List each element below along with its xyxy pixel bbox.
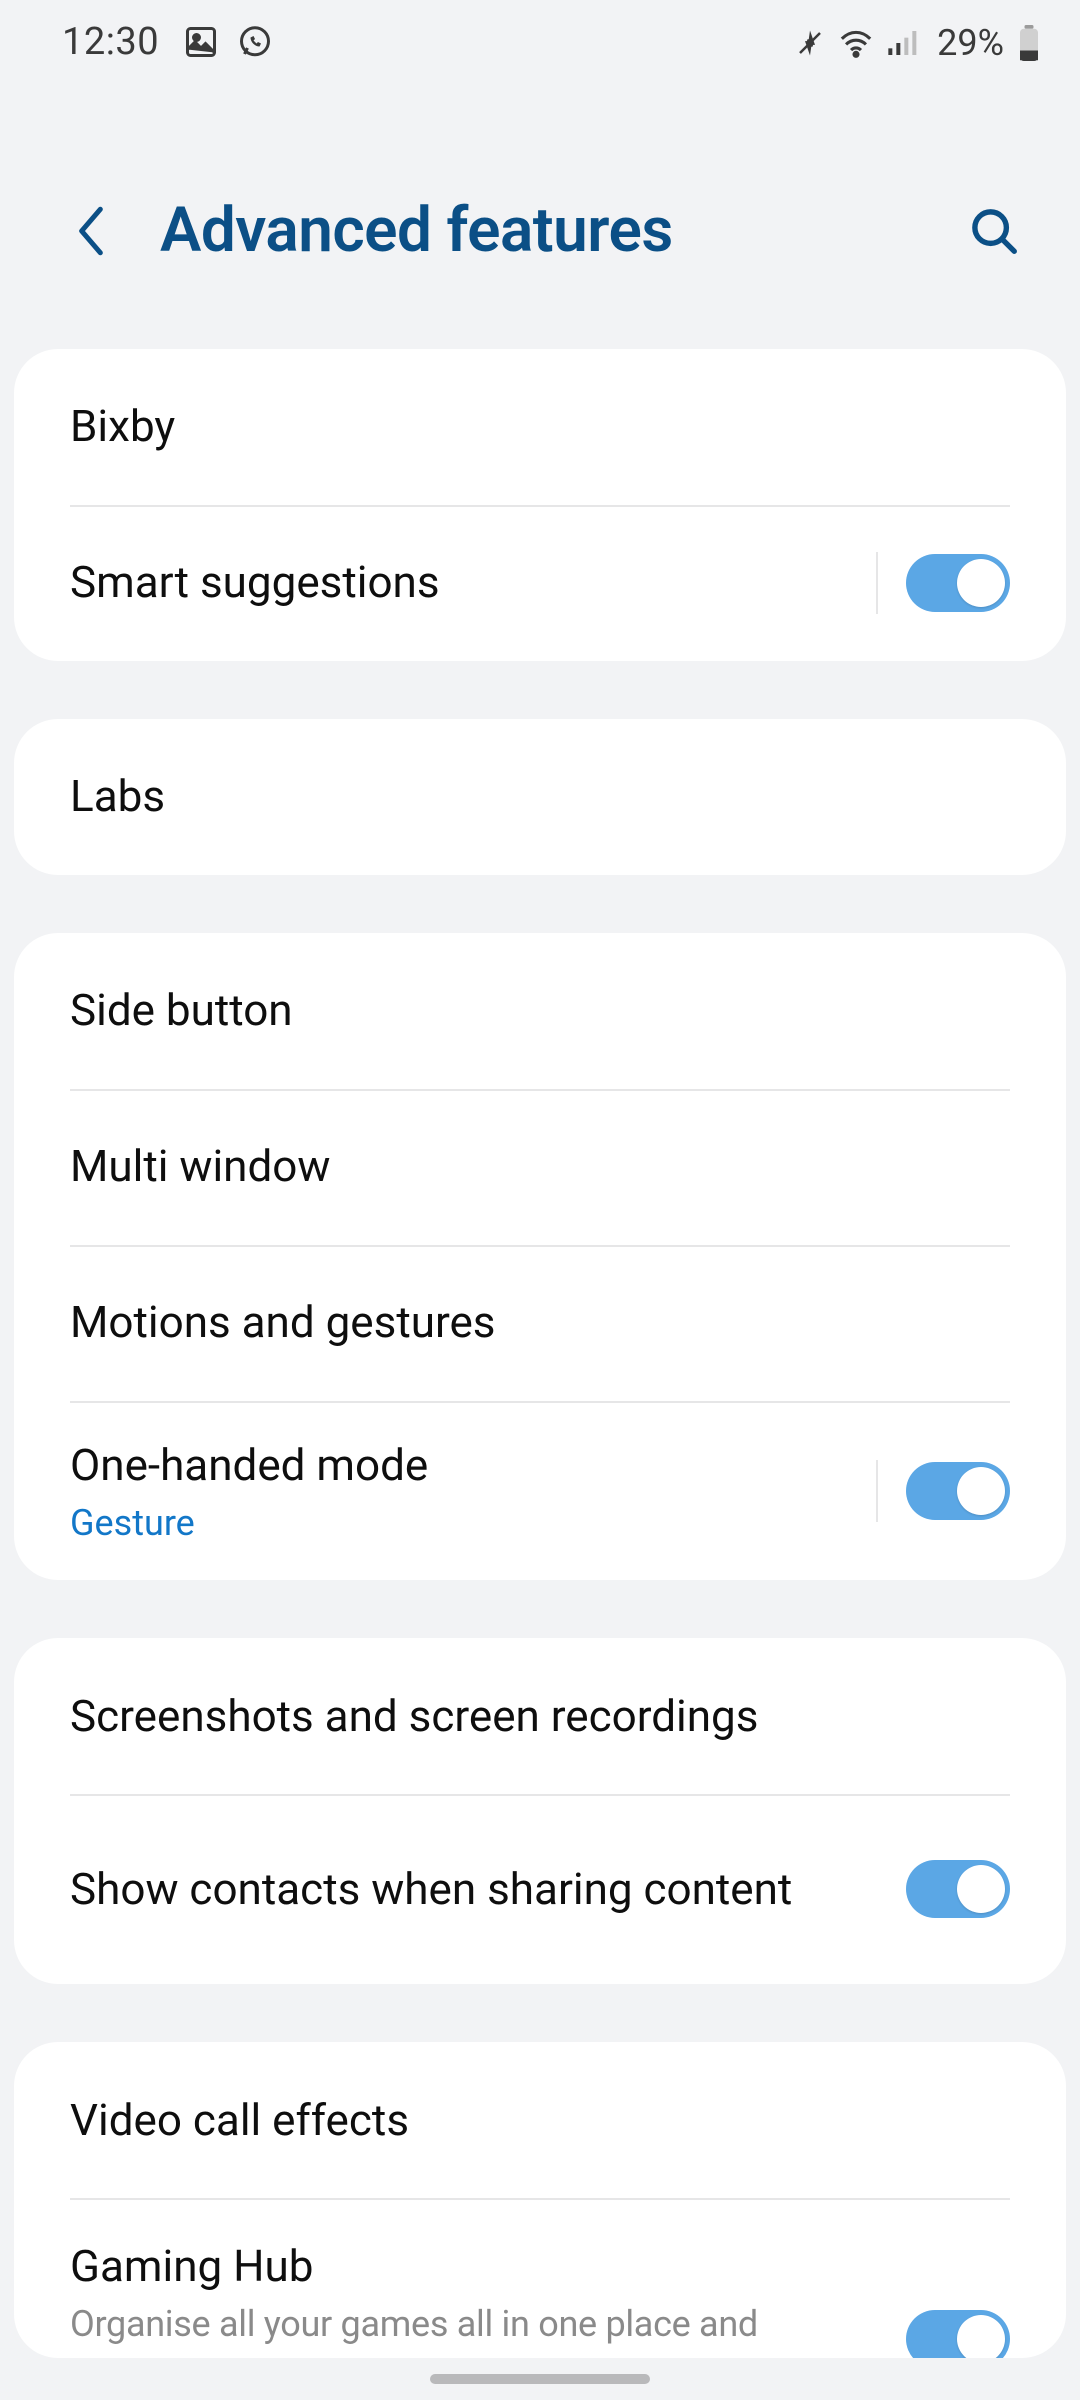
row-sublabel: Organise all your games all in one place… — [70, 2303, 886, 2345]
page-header: Advanced features — [0, 68, 1080, 349]
row-smart-suggestions[interactable]: Smart suggestions — [14, 505, 1066, 661]
row-motions-gestures[interactable]: Motions and gestures — [14, 1245, 1066, 1401]
settings-group: Labs — [14, 719, 1066, 875]
row-label: Show contacts when sharing content — [70, 1861, 886, 1918]
settings-group: Bixby Smart suggestions — [14, 349, 1066, 661]
wifi-icon — [839, 28, 873, 58]
row-screenshots[interactable]: Screenshots and screen recordings — [14, 1638, 1066, 1794]
row-label: Bixby — [70, 398, 990, 455]
battery-percentage: 29% — [937, 22, 1004, 64]
row-label: Screenshots and screen recordings — [70, 1688, 990, 1745]
nav-handle[interactable] — [430, 2374, 650, 2384]
row-labs[interactable]: Labs — [14, 719, 1066, 875]
row-label: Side button — [70, 982, 990, 1039]
toggle-smart-suggestions[interactable] — [906, 554, 1010, 612]
battery-icon — [1018, 25, 1040, 61]
row-label: One-handed mode — [70, 1437, 856, 1494]
row-multi-window[interactable]: Multi window — [14, 1089, 1066, 1245]
page-title: Advanced features — [160, 194, 962, 267]
status-time: 12:30 — [62, 20, 159, 64]
settings-group: Side button Multi window Motions and ges… — [14, 933, 1066, 1580]
row-label: Gaming Hub — [70, 2238, 886, 2295]
settings-list: Bixby Smart suggestions Labs Side button… — [0, 349, 1080, 2358]
signal-icon — [887, 28, 919, 58]
back-button[interactable] — [60, 200, 122, 262]
row-gaming-hub[interactable]: Gaming Hub Organise all your games all i… — [14, 2198, 1066, 2358]
row-video-call-effects[interactable]: Video call effects — [14, 2042, 1066, 2198]
row-label: Labs — [70, 768, 990, 825]
row-label: Smart suggestions — [70, 554, 856, 611]
image-icon — [183, 24, 219, 60]
separator — [876, 552, 878, 614]
separator — [876, 1460, 878, 1522]
search-button[interactable] — [962, 199, 1026, 263]
status-bar: 12:30 29% — [0, 0, 1080, 68]
row-show-contacts[interactable]: Show contacts when sharing content — [14, 1794, 1066, 1984]
whatsapp-icon — [237, 24, 273, 60]
settings-group: Video call effects Gaming Hub Organise a… — [14, 2042, 1066, 2358]
row-label: Multi window — [70, 1138, 990, 1195]
row-bixby[interactable]: Bixby — [14, 349, 1066, 505]
row-sublabel: Gesture — [70, 1502, 856, 1544]
row-side-button[interactable]: Side button — [14, 933, 1066, 1089]
toggle-gaming-hub[interactable] — [906, 2310, 1010, 2358]
settings-group: Screenshots and screen recordings Show c… — [14, 1638, 1066, 1984]
row-label: Video call effects — [70, 2092, 990, 2149]
toggle-show-contacts[interactable] — [906, 1860, 1010, 1918]
mute-icon — [795, 28, 825, 58]
row-one-handed-mode[interactable]: One-handed mode Gesture — [14, 1401, 1066, 1580]
toggle-one-handed[interactable] — [906, 1462, 1010, 1520]
row-label: Motions and gestures — [70, 1294, 990, 1351]
